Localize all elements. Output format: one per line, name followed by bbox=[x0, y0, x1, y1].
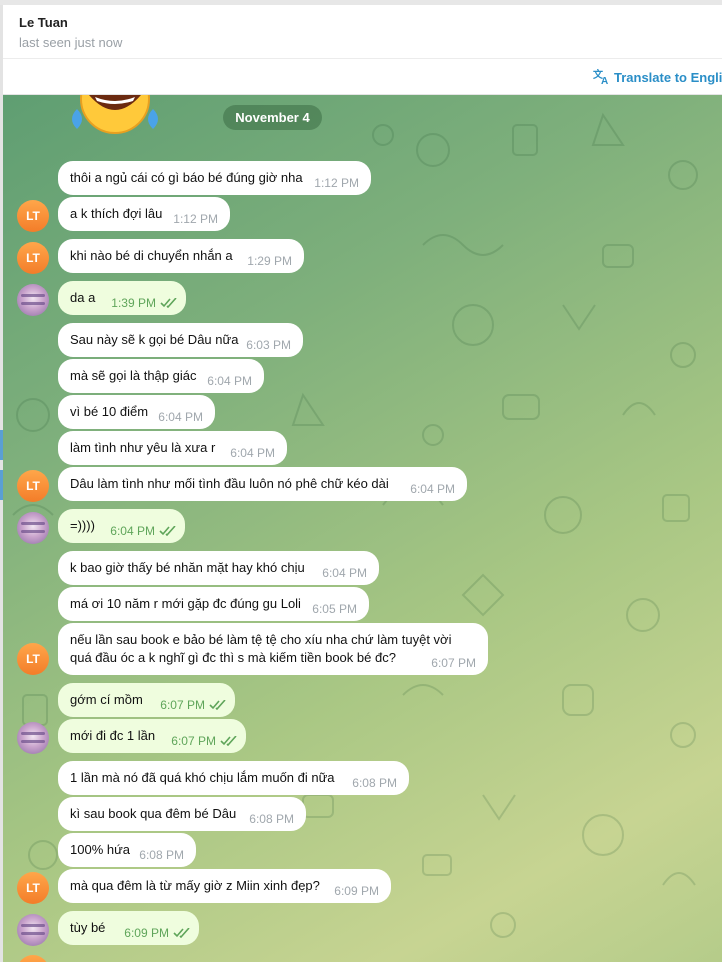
message-time: 6:04 PM bbox=[322, 566, 367, 580]
message-bubble-incoming[interactable]: 1 lần mà nó đã quá khó chịu lắm muốn đi … bbox=[58, 761, 409, 795]
user-avatar[interactable] bbox=[17, 722, 49, 754]
message-text: khi nào bé di chuyển nhắn a bbox=[70, 248, 233, 263]
message-text: kì sau book qua đêm bé Dâu bbox=[70, 806, 237, 821]
message-text: Sau này sẽ k gọi bé Dâu nữa bbox=[70, 332, 239, 347]
message-time: 1:12 PM bbox=[314, 176, 359, 190]
message-time: 6:04 PM bbox=[410, 482, 455, 496]
chat-area[interactable]: November 4 thôi a ngủ cái có gì báo bé đ… bbox=[3, 95, 722, 962]
message-time: 6:04 PM bbox=[110, 524, 155, 538]
message-bubble-incoming[interactable]: vì bé 10 điểm 6:04 PM bbox=[58, 395, 215, 429]
message-bubble-incoming[interactable]: làm tình như yêu là xưa r 6:04 PM bbox=[58, 431, 287, 465]
message-time: 6:08 PM bbox=[139, 848, 184, 862]
message-bubble-outgoing[interactable]: tùy bé 6:09 PM bbox=[58, 911, 199, 945]
message-bubble-outgoing[interactable]: da a 1:39 PM bbox=[58, 281, 186, 315]
laughing-emoji-sticker[interactable] bbox=[67, 95, 163, 143]
svg-text:A: A bbox=[601, 76, 608, 85]
message-time: 6:07 PM bbox=[160, 698, 205, 712]
message-bubble-incoming[interactable]: thôi a ngủ cái có gì báo bé đúng giờ nha… bbox=[58, 161, 371, 195]
message-text: mới đi đc 1 lần bbox=[70, 728, 156, 743]
user-avatar[interactable] bbox=[17, 284, 49, 316]
message-bubble-incoming[interactable]: khi nào bé di chuyển nhắn a 1:29 PM bbox=[58, 239, 304, 273]
message-time: 6:04 PM bbox=[230, 446, 275, 460]
message-text: mà sẽ gọi là thập giác bbox=[70, 368, 197, 383]
chat-header[interactable]: Le Tuan last seen just now bbox=[3, 5, 722, 59]
message-time: 6:08 PM bbox=[249, 812, 294, 826]
message-text: má ơi 10 năm r mới gặp đc đúng gu Loli bbox=[70, 596, 301, 611]
contact-avatar[interactable]: LT bbox=[17, 872, 49, 904]
message-text: thôi a ngủ cái có gì báo bé đúng giờ nha bbox=[70, 170, 303, 185]
avatar-photo-detail bbox=[21, 924, 45, 927]
message-text: a k thích đợi lâu bbox=[70, 206, 163, 221]
contact-avatar[interactable]: LT bbox=[17, 470, 49, 502]
message-text: vì bé 10 điểm bbox=[70, 404, 149, 419]
double-check-icon bbox=[173, 928, 190, 938]
double-check-icon bbox=[209, 700, 226, 710]
message-bubble-incoming[interactable]: kì sau book qua đêm bé Dâu 6:08 PM bbox=[58, 797, 306, 831]
avatar-photo-detail bbox=[21, 302, 45, 305]
message-bubble-incoming[interactable]: Sau này sẽ k gọi bé Dâu nữa 6:03 PM bbox=[58, 323, 303, 357]
message-bubble-incoming[interactable]: 100% hứa 6:08 PM bbox=[58, 833, 196, 867]
message-text: da a bbox=[70, 290, 96, 305]
avatar-photo-detail bbox=[21, 522, 45, 525]
contact-avatar[interactable]: LT bbox=[17, 242, 49, 274]
message-text: =)))) bbox=[70, 518, 95, 533]
contact-status: last seen just now bbox=[19, 35, 123, 50]
avatar-photo-detail bbox=[21, 932, 45, 935]
translate-bar: 文 A Translate to English bbox=[3, 59, 722, 95]
translate-button[interactable]: 文 A Translate to English bbox=[593, 68, 722, 85]
message-text-line-2: quá đầu óc a k nghĩ gì đc thì s mà kiếm … bbox=[70, 650, 396, 665]
message-text: 100% hứa bbox=[70, 842, 131, 857]
translate-label: Translate to English bbox=[614, 70, 722, 85]
user-avatar[interactable] bbox=[17, 914, 49, 946]
message-bubble-incoming[interactable]: nếu lần sau book e bảo bé làm tệ tệ cho … bbox=[58, 623, 488, 675]
message-text: mà qua đêm là từ mấy giờ z Miin xinh đẹp… bbox=[70, 878, 320, 893]
user-avatar[interactable] bbox=[17, 512, 49, 544]
avatar-photo-detail bbox=[21, 740, 45, 743]
message-text: nếu lần sau book e bảo bé làm tệ tệ cho … bbox=[70, 632, 452, 647]
message-time: 6:07 PM bbox=[431, 656, 476, 670]
message-time: 6:03 PM bbox=[246, 338, 291, 352]
message-bubble-outgoing[interactable]: mới đi đc 1 lần 6:07 PM bbox=[58, 719, 246, 753]
avatar-photo-detail bbox=[21, 530, 45, 533]
message-time: 6:07 PM bbox=[171, 734, 216, 748]
double-check-icon bbox=[160, 298, 177, 308]
message-bubble-incoming[interactable]: k bao giờ thấy bé nhăn mặt hay khó chịu … bbox=[58, 551, 379, 585]
message-bubble-incoming[interactable]: má ơi 10 năm r mới gặp đc đúng gu Loli 6… bbox=[58, 587, 369, 621]
message-text: Dâu làm tình như mối tình đầu luôn nó ph… bbox=[70, 476, 389, 491]
contact-avatar[interactable]: LT bbox=[17, 643, 49, 675]
message-bubble-incoming[interactable]: mà sẽ gọi là thập giác 6:04 PM bbox=[58, 359, 264, 393]
message-time: 6:09 PM bbox=[334, 884, 379, 898]
contact-avatar[interactable]: LT bbox=[17, 200, 49, 232]
message-time: 6:05 PM bbox=[312, 602, 357, 616]
message-text: k bao giờ thấy bé nhăn mặt hay khó chịu bbox=[70, 560, 305, 575]
message-text: gớm cí mồm bbox=[70, 692, 143, 707]
avatar-photo-detail bbox=[21, 732, 45, 735]
message-time: 6:04 PM bbox=[207, 374, 252, 388]
message-bubble-incoming[interactable]: Dâu làm tình như mối tình đầu luôn nó ph… bbox=[58, 467, 467, 501]
message-time: 1:39 PM bbox=[111, 296, 156, 310]
message-time: 1:29 PM bbox=[247, 254, 292, 268]
date-separator: November 4 bbox=[223, 105, 322, 130]
message-time: 6:08 PM bbox=[352, 776, 397, 790]
message-bubble-incoming[interactable]: mà qua đêm là từ mấy giờ z Miin xinh đẹp… bbox=[58, 869, 391, 903]
translate-icon: 文 A bbox=[593, 68, 608, 85]
message-time: 1:12 PM bbox=[173, 212, 218, 226]
avatar-photo-detail bbox=[21, 294, 45, 297]
double-check-icon bbox=[159, 526, 176, 536]
message-time: 6:04 PM bbox=[158, 410, 203, 424]
message-bubble-outgoing[interactable]: gớm cí mồm 6:07 PM bbox=[58, 683, 235, 717]
message-text: làm tình như yêu là xưa r bbox=[70, 440, 216, 455]
message-bubble-incoming[interactable]: a k thích đợi lâu 1:12 PM bbox=[58, 197, 230, 231]
double-check-icon bbox=[220, 736, 237, 746]
message-time: 6:09 PM bbox=[124, 926, 169, 940]
message-text: 1 lần mà nó đã quá khó chịu lắm muốn đi … bbox=[70, 770, 335, 785]
message-text: tùy bé bbox=[70, 920, 106, 935]
message-bubble-outgoing[interactable]: =)))) 6:04 PM bbox=[58, 509, 185, 543]
contact-name[interactable]: Le Tuan bbox=[19, 15, 68, 30]
